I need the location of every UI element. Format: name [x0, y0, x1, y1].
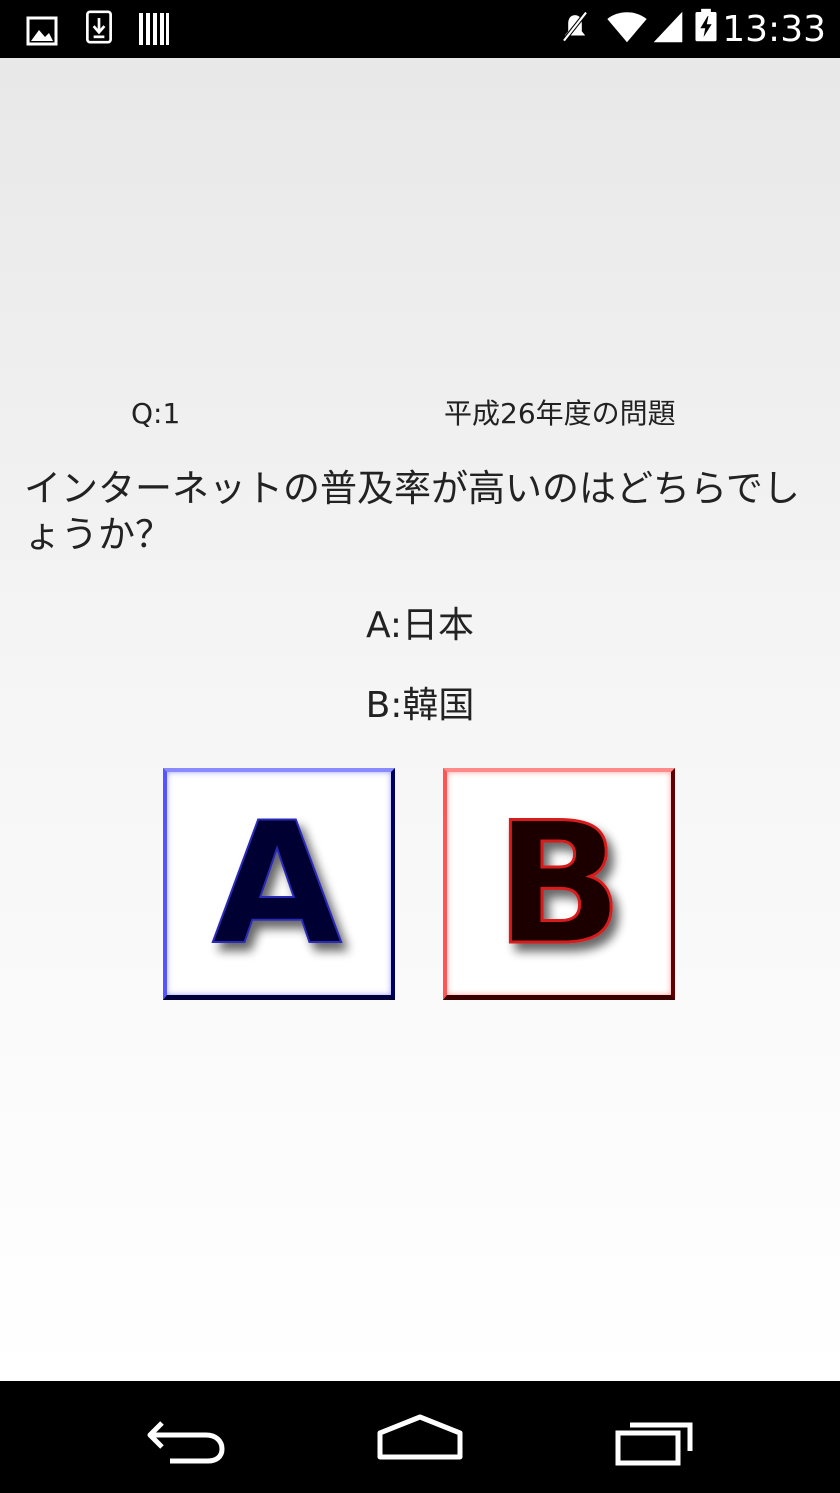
- wifi-icon: [607, 12, 647, 43]
- status-time: 13:33: [722, 9, 826, 50]
- answer-a-button[interactable]: A: [163, 768, 395, 1000]
- battery-charging-icon: [695, 8, 717, 42]
- signal-icon: [653, 11, 683, 43]
- home-icon[interactable]: [370, 1407, 470, 1467]
- choice-b-text: B:韓国: [365, 685, 475, 726]
- question-year-label: 平成26年度の問題: [444, 397, 676, 430]
- navigation-bar: [0, 1381, 840, 1493]
- back-icon[interactable]: [136, 1407, 236, 1467]
- recents-icon[interactable]: [606, 1407, 706, 1467]
- image-notification-icon: [26, 16, 58, 46]
- mute-icon: [562, 11, 588, 42]
- status-bar: 13:33: [0, 0, 840, 58]
- quiz-screen: Q:1 平成26年度の問題 インターネットの普及率が高いのはどちらでしょうか？ …: [0, 58, 840, 1381]
- choice-a-text: A:日本: [365, 605, 475, 646]
- download-notification-icon: [86, 10, 112, 44]
- answer-a-glyph: A: [211, 785, 343, 983]
- answer-b-button[interactable]: B: [443, 768, 675, 1000]
- answer-a-label: A: [212, 786, 342, 982]
- barcode-notification-icon: [139, 13, 169, 45]
- question-text: インターネットの普及率が高いのはどちらでしょうか？: [24, 467, 800, 556]
- answer-b-label: B: [495, 786, 623, 982]
- question-number: Q:1: [131, 397, 181, 430]
- answer-b-glyph: B: [493, 785, 624, 984]
